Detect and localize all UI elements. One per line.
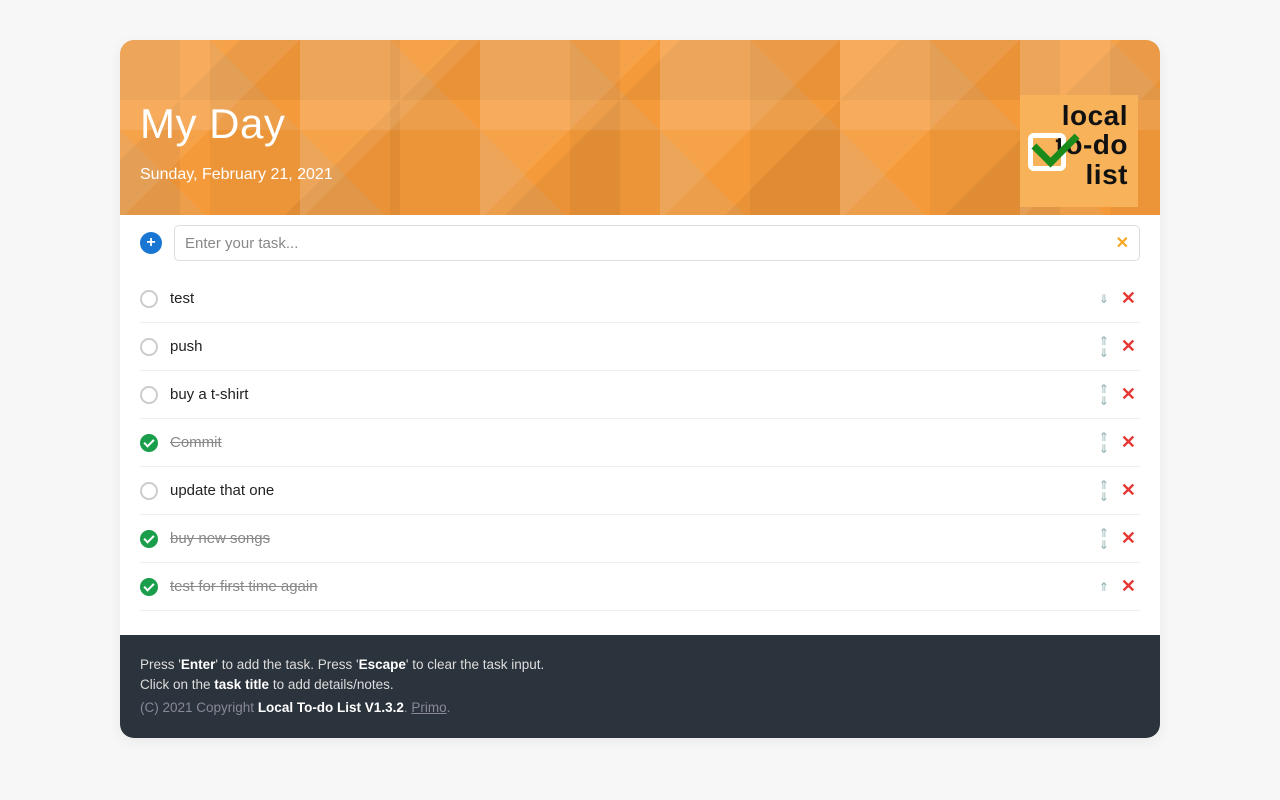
- task-checkbox[interactable]: [140, 578, 158, 596]
- move-up-icon[interactable]: ⇑: [1097, 479, 1111, 491]
- move-down-icon[interactable]: ⇓: [1097, 395, 1111, 407]
- reorder-arrows: ⇑⇓: [1097, 527, 1111, 551]
- task-checkbox[interactable]: [140, 386, 158, 404]
- task-checkbox[interactable]: [140, 338, 158, 356]
- input-row: + ✕: [120, 215, 1160, 271]
- page-title: My Day: [140, 100, 1140, 148]
- app-card: My Day Sunday, February 21, 2021 local t…: [120, 40, 1160, 738]
- task-title[interactable]: Commit: [170, 434, 222, 451]
- move-down-icon[interactable]: ⇓: [1097, 539, 1111, 551]
- header-date: Sunday, February 21, 2021: [140, 166, 1140, 184]
- move-up-icon[interactable]: ⇑: [1097, 335, 1111, 347]
- task-checkbox[interactable]: [140, 290, 158, 308]
- clear-input-icon[interactable]: ✕: [1116, 233, 1129, 253]
- delete-task-icon[interactable]: ✕: [1117, 288, 1140, 309]
- delete-task-icon[interactable]: ✕: [1117, 384, 1140, 405]
- reorder-arrows: ⇑⇓: [1097, 383, 1111, 407]
- task-row: test ⇓ ✕: [140, 275, 1140, 323]
- delete-task-icon[interactable]: ✕: [1117, 336, 1140, 357]
- reorder-arrows: ⇑⇓: [1097, 479, 1111, 503]
- reorder-arrows: ⇑⇓: [1097, 431, 1111, 455]
- delete-task-icon[interactable]: ✕: [1117, 528, 1140, 549]
- task-checkbox[interactable]: [140, 482, 158, 500]
- task-input[interactable]: [185, 235, 1116, 252]
- footer-author-link[interactable]: Primo: [411, 700, 446, 715]
- task-checkbox[interactable]: [140, 434, 158, 452]
- task-title[interactable]: test: [170, 290, 194, 307]
- delete-task-icon[interactable]: ✕: [1117, 576, 1140, 597]
- header: My Day Sunday, February 21, 2021 local t…: [120, 40, 1160, 215]
- reorder-arrows: ⇓: [1097, 293, 1111, 305]
- task-row: push ⇑⇓ ✕: [140, 323, 1140, 371]
- task-list: test⇓✕push⇑⇓✕buy a t-shirt⇑⇓✕Commit⇑⇓✕up…: [120, 271, 1160, 635]
- task-row: update that one ⇑⇓ ✕: [140, 467, 1140, 515]
- footer-help-2: Click on the task title to add details/n…: [140, 675, 1140, 695]
- task-input-wrap: ✕: [174, 225, 1140, 261]
- move-up-icon[interactable]: ⇑: [1097, 431, 1111, 443]
- logo-line1: local: [1030, 101, 1128, 130]
- footer-help-1: Press 'Enter' to add the task. Press 'Es…: [140, 655, 1140, 675]
- task-checkbox[interactable]: [140, 530, 158, 548]
- move-down-icon[interactable]: ⇓: [1097, 491, 1111, 503]
- task-row: test for first time again ⇑ ✕: [140, 563, 1140, 611]
- move-up-icon[interactable]: ⇑: [1097, 383, 1111, 395]
- move-down-icon[interactable]: ⇓: [1097, 347, 1111, 359]
- task-title[interactable]: buy a t-shirt: [170, 386, 248, 403]
- delete-task-icon[interactable]: ✕: [1117, 480, 1140, 501]
- reorder-arrows: ⇑: [1097, 581, 1111, 593]
- logo-check-icon: [1028, 133, 1066, 171]
- footer: Press 'Enter' to add the task. Press 'Es…: [120, 635, 1160, 738]
- task-row: buy a t-shirt ⇑⇓ ✕: [140, 371, 1140, 419]
- delete-task-icon[interactable]: ✕: [1117, 432, 1140, 453]
- task-title[interactable]: buy new songs: [170, 530, 270, 547]
- task-title[interactable]: push: [170, 338, 203, 355]
- task-row: Commit ⇑⇓ ✕: [140, 419, 1140, 467]
- reorder-arrows: ⇑⇓: [1097, 335, 1111, 359]
- add-task-icon[interactable]: +: [140, 232, 162, 254]
- move-down-icon[interactable]: ⇓: [1097, 293, 1111, 305]
- move-up-icon[interactable]: ⇑: [1097, 581, 1111, 593]
- task-title[interactable]: update that one: [170, 482, 274, 499]
- task-title[interactable]: test for first time again: [170, 578, 318, 595]
- task-row: buy new songs ⇑⇓ ✕: [140, 515, 1140, 563]
- footer-copyright: (C) 2021 Copyright Local To-do List V1.3…: [140, 698, 1140, 718]
- move-down-icon[interactable]: ⇓: [1097, 443, 1111, 455]
- move-up-icon[interactable]: ⇑: [1097, 527, 1111, 539]
- app-logo: local to-do list: [1020, 95, 1138, 207]
